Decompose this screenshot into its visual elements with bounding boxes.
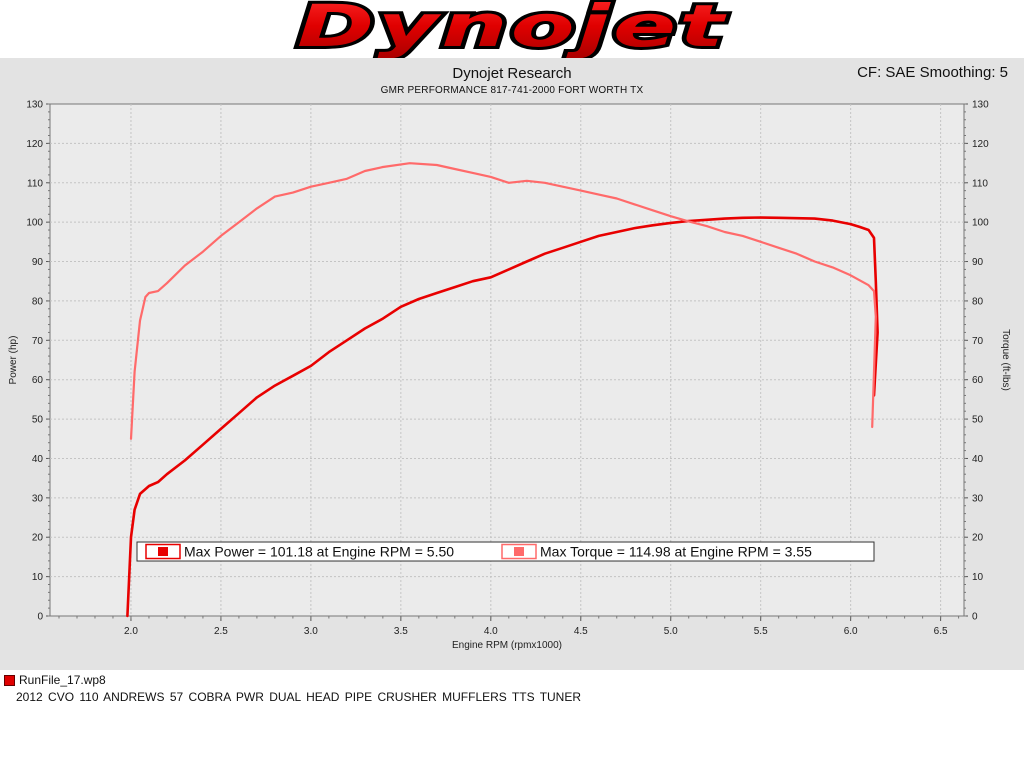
- y-axis-label-right: Torque (ft-lbs): [1000, 329, 1011, 391]
- legend-swatch-torque: [514, 547, 524, 557]
- dyno-chart: 0 0 10 10 20 20 30 30 40 40 50 50 60 60 70 70 80 80 90 90 10…: [8, 100, 1011, 652]
- y-tick-label-left: 50: [32, 415, 44, 426]
- dynojet-logo: Dynojet: [294, 0, 728, 63]
- run-description: 2012 CVO 110 ANDREWS 57 COBRA PWR DUAL H…: [16, 690, 582, 704]
- x-tick-label: 6.0: [844, 626, 858, 637]
- y-tick-label-left: 20: [32, 533, 44, 544]
- y-tick-label-right: 50: [972, 415, 984, 426]
- logo-area: Dynojet: [0, 0, 1024, 63]
- y-tick-label-right: 70: [972, 336, 984, 347]
- y-tick-label-right: 120: [972, 139, 989, 150]
- y-tick-label-right: 0: [972, 612, 978, 623]
- x-tick-label: 3.5: [394, 626, 408, 637]
- y-tick-label-right: 90: [972, 257, 984, 268]
- x-tick-label: 5.5: [754, 626, 768, 637]
- y-tick-label-right: 100: [972, 218, 989, 229]
- y-tick-label-left: 130: [26, 100, 43, 111]
- x-tick-label: 5.0: [664, 626, 678, 637]
- y-tick-label-right: 80: [972, 296, 984, 307]
- plot-area: [49, 103, 965, 617]
- x-tick-label: 6.5: [934, 626, 948, 637]
- y-tick-label-left: 10: [32, 572, 44, 583]
- y-tick-label-left: 40: [32, 454, 44, 465]
- run-file-name: RunFile_17.wp8: [19, 673, 106, 687]
- y-tick-label-left: 120: [26, 139, 43, 150]
- legend-entry-power: Max Power = 101.18 at Engine RPM = 5.50: [184, 544, 454, 560]
- y-tick-label-left: 0: [37, 612, 43, 623]
- legend-entry-torque: Max Torque = 114.98 at Engine RPM = 3.55: [540, 544, 812, 560]
- logo-text: Dynojet: [297, 0, 727, 58]
- x-tick-label: 4.5: [574, 626, 588, 637]
- y-tick-label-left: 70: [32, 336, 44, 347]
- y-tick-label-right: 130: [972, 100, 989, 111]
- y-tick-label-right: 60: [972, 375, 984, 386]
- x-axis-label: Engine RPM (rpmx1000): [452, 640, 562, 651]
- x-tick-label: 2.5: [214, 626, 228, 637]
- y-tick-label-left: 80: [32, 296, 44, 307]
- x-tick-label: 3.0: [304, 626, 318, 637]
- chart-panel: Dynojet Research GMR PERFORMANCE 817-741…: [0, 58, 1024, 670]
- y-axis-label-left: Power (hp): [8, 336, 19, 385]
- y-tick-label-right: 10: [972, 572, 984, 583]
- y-tick-label-right: 20: [972, 533, 984, 544]
- x-tick-label: 4.0: [484, 626, 498, 637]
- y-tick-label-right: 110: [972, 178, 988, 189]
- y-tick-label-left: 100: [26, 218, 43, 229]
- run-info: RunFile_17.wp8 2012 CVO 110 ANDREWS 57 C…: [4, 673, 581, 704]
- legend-swatch-power: [158, 547, 168, 557]
- y-tick-label-left: 60: [32, 375, 44, 386]
- run-file-row[interactable]: RunFile_17.wp8: [4, 673, 581, 687]
- run-color-swatch: [4, 674, 15, 686]
- y-tick-label-left: 90: [32, 257, 44, 268]
- y-tick-label-left: 30: [32, 493, 44, 504]
- y-tick-label-right: 40: [972, 454, 984, 465]
- x-tick-label: 2.0: [124, 626, 138, 637]
- y-tick-label-left: 110: [27, 178, 43, 189]
- y-tick-label-right: 30: [972, 493, 984, 504]
